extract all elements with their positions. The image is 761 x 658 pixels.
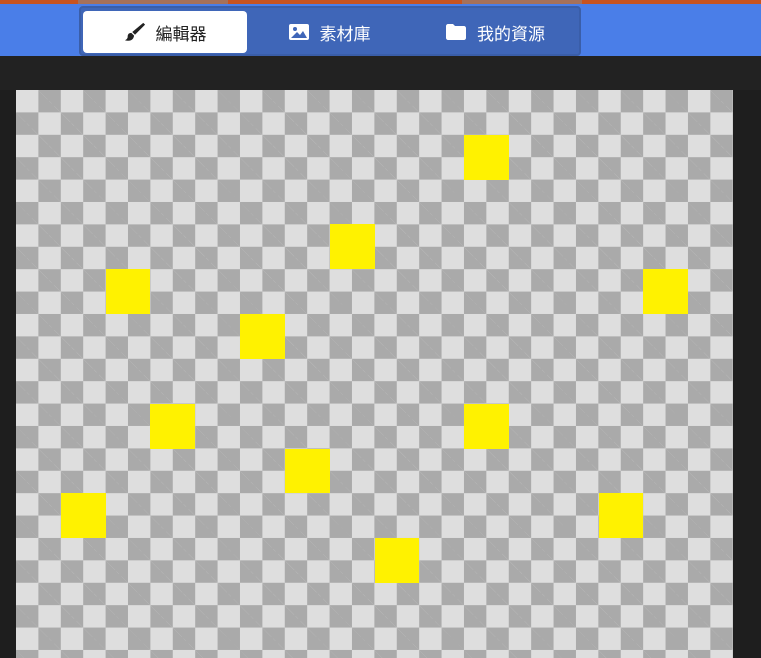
- yellow-tile[interactable]: [105, 269, 151, 315]
- yellow-tile[interactable]: [464, 403, 509, 449]
- tab-my-resources-label: 我的資源: [477, 24, 545, 45]
- tab-library-label: 素材庫: [319, 24, 371, 45]
- tab-my-resources[interactable]: 我的資源: [411, 11, 579, 53]
- brush-icon: [124, 21, 146, 43]
- yellow-tile[interactable]: [643, 269, 689, 315]
- tab-group: 編輯器 素材庫 我的資源: [79, 6, 581, 56]
- editor-toolbar: [0, 56, 761, 90]
- tab-library[interactable]: 素材庫: [249, 11, 409, 53]
- yellow-tile[interactable]: [598, 493, 644, 539]
- folder-icon: [445, 23, 467, 41]
- header-bar: 編輯器 素材庫 我的資源: [0, 4, 761, 56]
- yellow-tile[interactable]: [60, 493, 106, 539]
- yellow-tile[interactable]: [150, 403, 196, 449]
- yellow-tile[interactable]: [240, 314, 285, 359]
- yellow-tile[interactable]: [329, 224, 375, 270]
- editor-canvas[interactable]: [16, 90, 733, 658]
- tab-editor-label: 編輯器: [155, 24, 207, 45]
- image-icon: [288, 23, 310, 41]
- yellow-tile[interactable]: [284, 448, 330, 494]
- right-rail: [733, 90, 761, 658]
- tab-editor[interactable]: 編輯器: [83, 11, 247, 53]
- yellow-tile[interactable]: [374, 538, 420, 583]
- yellow-tile[interactable]: [464, 134, 509, 180]
